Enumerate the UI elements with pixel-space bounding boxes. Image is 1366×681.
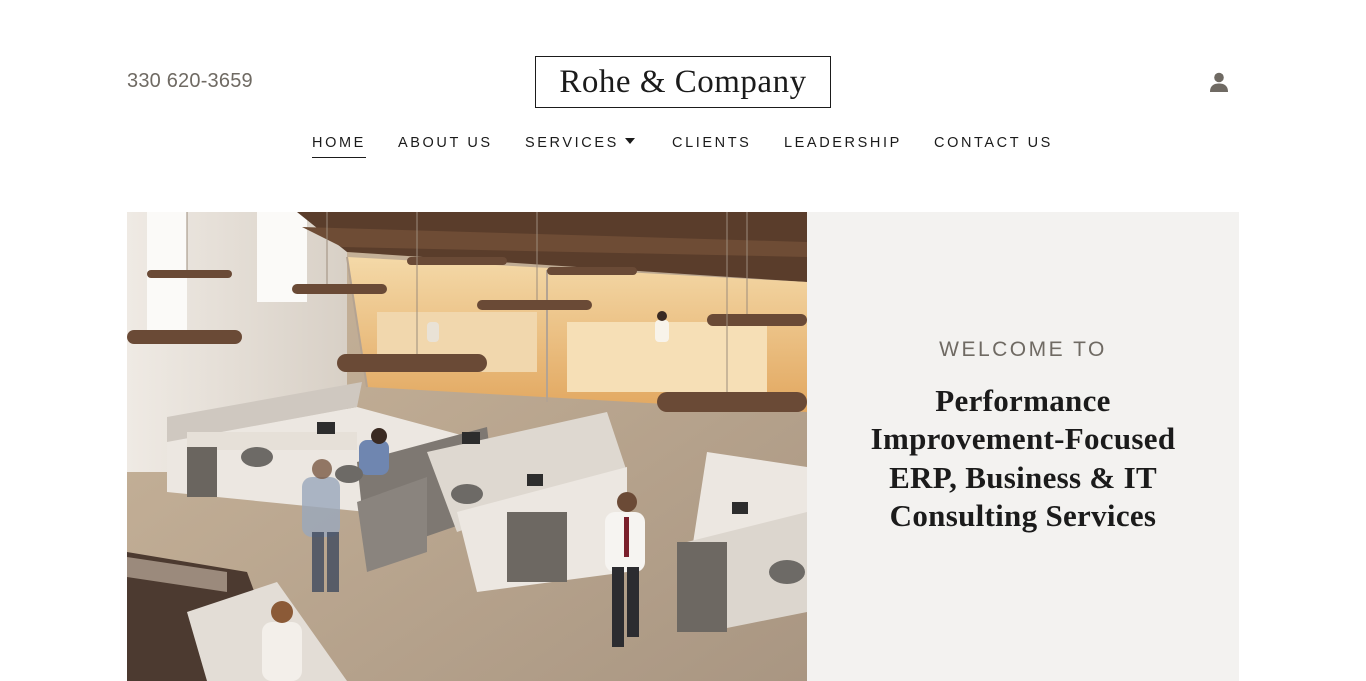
nav-about-us[interactable]: ABOUT US: [398, 133, 493, 157]
nav-services[interactable]: SERVICES: [525, 133, 635, 157]
nav-home[interactable]: HOME: [312, 133, 366, 158]
nav-leadership[interactable]: LEADERSHIP: [784, 133, 902, 157]
hero-welcome: WELCOME TO: [939, 337, 1107, 361]
nav-services-label: SERVICES: [525, 135, 619, 151]
phone-link[interactable]: 330 620-3659: [127, 70, 253, 93]
site-logo[interactable]: Rohe & Company: [535, 56, 831, 108]
hero-headline: Performance Improvement-Focused ERP, Bus…: [870, 382, 1176, 534]
nav-clients[interactable]: CLIENTS: [672, 133, 751, 157]
nav-contact-us[interactable]: CONTACT US: [934, 133, 1053, 157]
account-button[interactable]: [1208, 71, 1230, 93]
hero-office-photo: [127, 212, 807, 681]
user-icon: [1210, 72, 1228, 92]
hero-text-panel: WELCOME TO Performance Improvement-Focus…: [807, 212, 1239, 681]
main-nav: HOME ABOUT US SERVICES CLIENTS LEADERSHI…: [0, 133, 1366, 163]
caret-down-icon: [624, 138, 635, 145]
